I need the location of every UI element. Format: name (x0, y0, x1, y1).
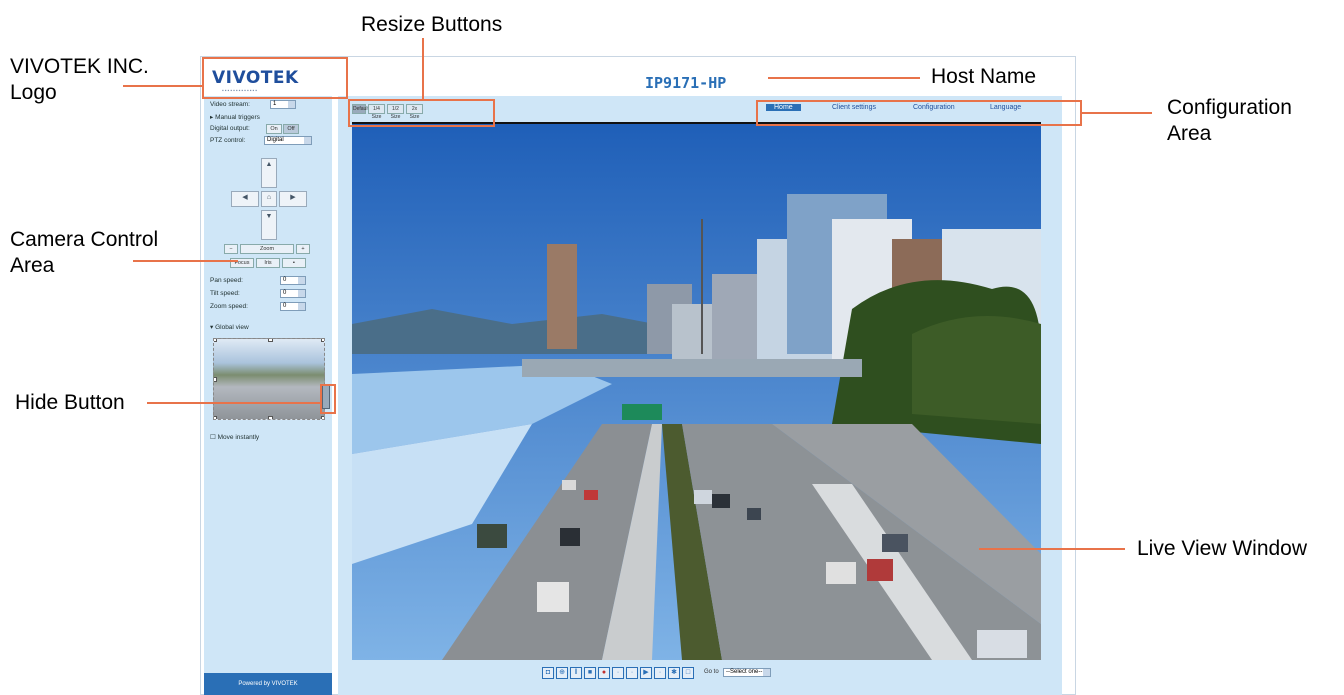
callout-live-view-line (979, 548, 1125, 550)
zoom-out-button[interactable]: − (224, 244, 238, 254)
callout-resize-buttons: Resize Buttons (361, 13, 503, 36)
callout-logo: VIVOTEK INC. Logo (10, 55, 149, 104)
live-view-window[interactable] (352, 124, 1041, 660)
main-panel: IP9171-HP Default 1/4 Size 1/2 Size 2x S… (338, 60, 1062, 695)
record-icon[interactable]: ● (598, 667, 610, 679)
resize-handle[interactable] (321, 339, 324, 342)
resize-handle[interactable] (268, 416, 273, 419)
host-name: IP9171-HP (645, 74, 727, 92)
resize-handle[interactable] (268, 339, 273, 342)
ptz-control-label: PTZ control: (210, 137, 246, 144)
digital-output-label: Digital output: (210, 125, 250, 132)
zoom-speed-select[interactable]: 0 (280, 302, 306, 311)
goto-label: Go to (704, 669, 719, 675)
resize-handle[interactable] (214, 377, 217, 382)
fullscreen-icon[interactable]: □ (682, 667, 694, 679)
goto-preset-select[interactable]: --Select one-- (723, 668, 771, 677)
digital-output-off-button[interactable]: Off (283, 124, 299, 134)
video-stream-select[interactable]: 1 (270, 100, 296, 109)
digital-output-on-button[interactable]: On (266, 124, 282, 134)
sidebar: VIVOTEK ▪▪▪▪▪▪▪▪▪▪▪▪▪ Video stream: 1 ▸ … (204, 60, 332, 695)
global-view-toggle[interactable]: ▾ Global view (210, 323, 249, 331)
pause-icon[interactable]: ‖ (570, 667, 582, 679)
powered-by-footer: Powered by VIVOTEK (204, 673, 332, 695)
zoom-speed-label: Zoom speed: (210, 303, 248, 310)
resize-handle[interactable] (214, 339, 217, 342)
tilt-speed-label: Tilt speed: (210, 290, 240, 297)
home-center-button[interactable]: ⌂ (261, 191, 277, 207)
pan-left-button[interactable]: ◀ (231, 191, 259, 207)
pan-down-button[interactable]: ▼ (261, 210, 277, 240)
digital-zoom-icon[interactable]: ⊕ (556, 667, 568, 679)
resize-handle[interactable] (321, 416, 324, 419)
callout-config-box (756, 100, 1082, 126)
callout-resize-box (348, 99, 495, 127)
zoom-label: Zoom (240, 244, 294, 254)
iris-button[interactable]: Iris (256, 258, 280, 268)
live-view-image (352, 124, 1041, 660)
callout-host-line (768, 77, 920, 79)
callout-hide-box (320, 384, 336, 414)
callout-resize-line (422, 38, 424, 100)
callout-live-view: Live View Window (1137, 537, 1308, 560)
callout-camera-line (133, 260, 238, 262)
pan-speed-label: Pan speed: (210, 277, 243, 284)
global-view-thumbnail[interactable] (213, 338, 325, 420)
talk-icon[interactable]: ▶ (640, 667, 652, 679)
stop-icon[interactable]: ■ (584, 667, 596, 679)
pan-up-button[interactable]: ▲ (261, 158, 277, 188)
move-instantly-checkbox[interactable]: ☐ Move instantly (210, 433, 259, 441)
manual-trigger-toggle[interactable]: ▸ Manual triggers (210, 113, 260, 121)
snapshot-icon[interactable]: ◘ (542, 667, 554, 679)
zoom-in-button[interactable]: + (296, 244, 310, 254)
global-view-label: Global view (215, 324, 249, 331)
resize-handle[interactable] (214, 416, 217, 419)
callout-config-line (1082, 112, 1152, 114)
pan-right-button[interactable]: ▶ (279, 191, 307, 207)
video-toolbar: ◘ ⊕ ‖ ■ ● · · ▶ · ✱ □ Go to --Select one… (338, 663, 1062, 683)
video-stream-label: Video stream: (210, 101, 250, 108)
mic-volume-icon[interactable]: · (654, 667, 666, 679)
speed-mode-button[interactable]: ▪ (282, 258, 306, 268)
callout-logo-line (123, 85, 203, 87)
callout-configuration-area: Configuration Area (1167, 96, 1292, 145)
move-instantly-label: Move instantly (217, 434, 260, 441)
ptz-control-select[interactable]: Digital (264, 136, 312, 145)
volume-icon[interactable]: · (612, 667, 624, 679)
callout-logo-box (202, 57, 348, 99)
callout-hide-button: Hide Button (15, 391, 125, 414)
mute-icon[interactable]: · (626, 667, 638, 679)
callout-host-name: Host Name (931, 65, 1037, 88)
callout-hide-line (147, 402, 320, 404)
pan-speed-select[interactable]: 0 (280, 276, 306, 285)
tilt-speed-select[interactable]: 0 (280, 289, 306, 298)
callout-camera-control: Camera Control Area (10, 228, 159, 277)
mic-mute-icon[interactable]: ✱ (668, 667, 680, 679)
manual-trigger-label: Manual triggers (215, 114, 260, 121)
